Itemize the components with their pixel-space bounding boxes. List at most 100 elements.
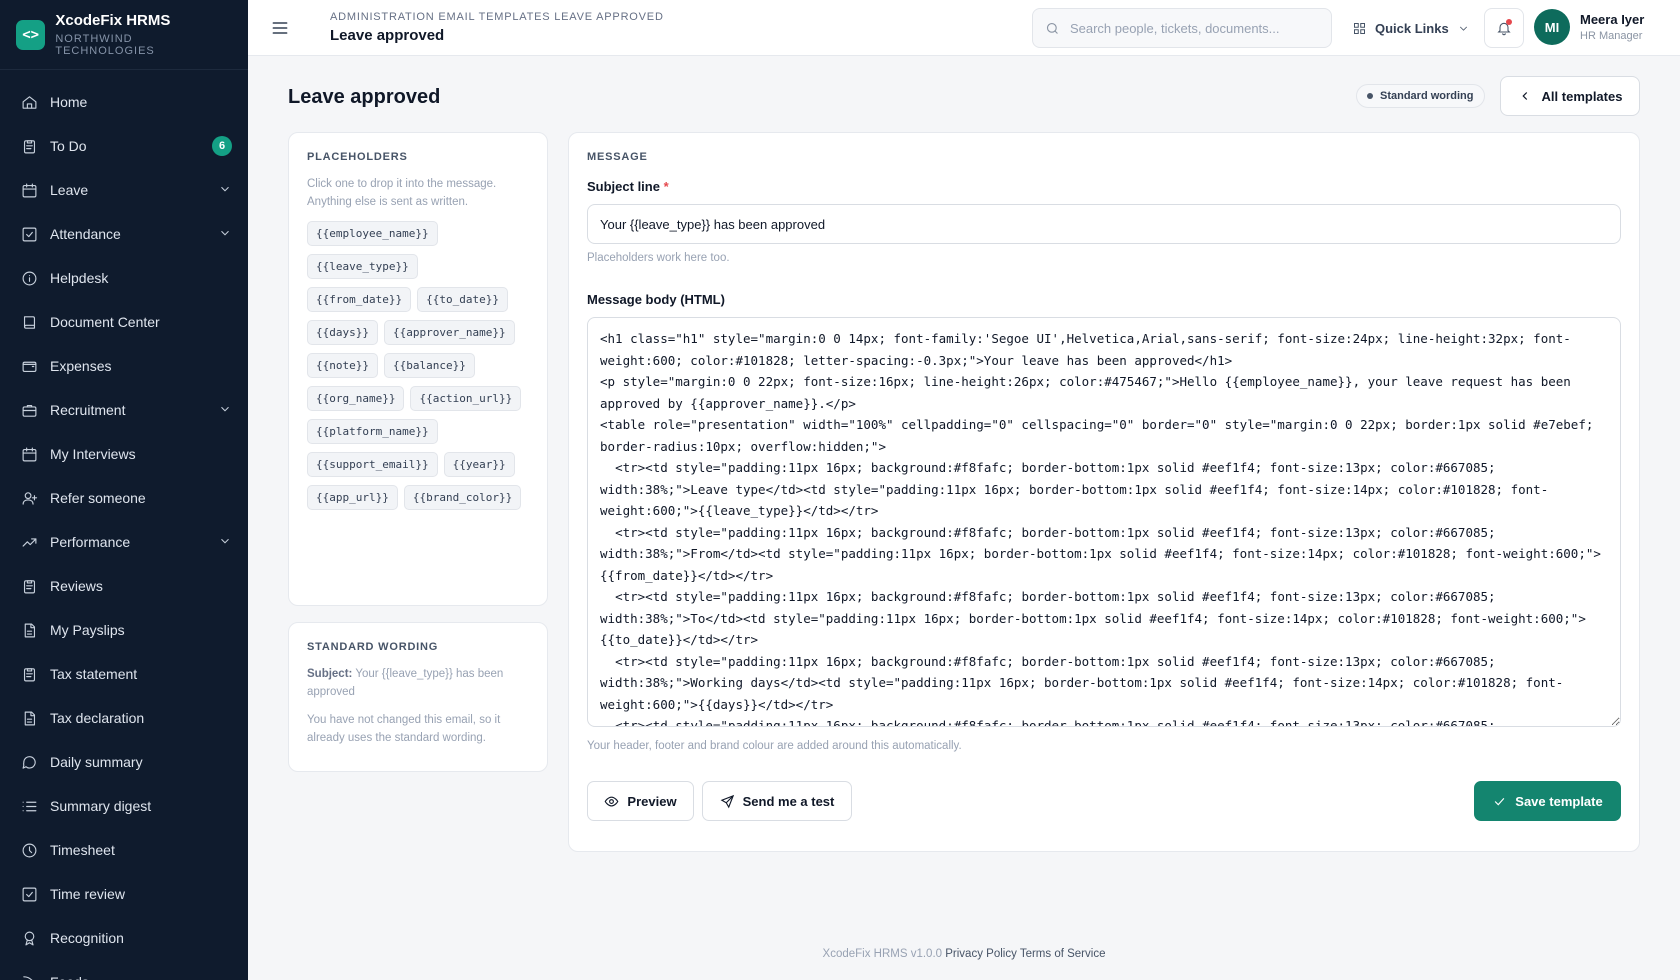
user-role: HR Manager xyxy=(1580,30,1643,42)
sidebar-item-label: Recognition xyxy=(50,930,124,946)
check-square-icon xyxy=(20,225,38,243)
all-templates-label: All templates xyxy=(1541,88,1623,104)
send-test-button[interactable]: Send me a test xyxy=(702,781,852,821)
placeholder-chip[interactable]: {{employee_name}} xyxy=(307,221,438,246)
privacy-policy-link[interactable]: Privacy Policy xyxy=(945,948,1017,960)
sidebar-item-attendance[interactable]: Attendance xyxy=(0,212,248,256)
message-body-textarea[interactable]: <h1 class="h1" style="margin:0 0 14px; f… xyxy=(587,317,1621,727)
quick-links-button[interactable]: Quick Links xyxy=(1352,14,1470,42)
sidebar-item-to-do[interactable]: To Do 6 xyxy=(0,124,248,168)
placeholder-chip[interactable]: {{platform_name}} xyxy=(307,419,438,444)
sidebar-item-timesheet[interactable]: Timesheet xyxy=(0,828,248,872)
check-square-icon xyxy=(20,885,38,903)
sidebar-item-label: Tax declaration xyxy=(50,710,145,726)
sidebar-item-refer-someone[interactable]: Refer someone xyxy=(0,476,248,520)
save-template-button[interactable]: Save template xyxy=(1474,781,1621,821)
sidebar-item-label: My Payslips xyxy=(50,622,125,638)
message-card: MESSAGE Subject line * Placeholders work… xyxy=(568,132,1640,852)
placeholders-heading: PLACEHOLDERS xyxy=(307,151,408,163)
sidebar-item-label: Tax statement xyxy=(50,666,138,682)
sidebar: <> XcodeFix HRMS NORTHWIND TECHNOLOGIES … xyxy=(0,0,248,980)
sidebar-item-summary-digest[interactable]: Summary digest xyxy=(0,784,248,828)
placeholder-chip[interactable]: {{brand_color}} xyxy=(403,485,522,510)
subject-input[interactable] xyxy=(587,204,1621,244)
sidebar-item-tax-declaration[interactable]: Tax declaration xyxy=(0,696,248,740)
sidebar-item-daily-summary[interactable]: Daily summary xyxy=(0,740,248,784)
sidebar-item-performance[interactable]: Performance xyxy=(0,520,248,564)
sidebar-item-label: Daily summary xyxy=(50,754,143,770)
placeholder-chip[interactable]: {{balance}} xyxy=(383,353,475,378)
home-icon xyxy=(20,93,38,111)
save-template-label: Save template xyxy=(1515,793,1603,809)
preview-button[interactable]: Preview xyxy=(587,781,694,821)
placeholders-card: PLACEHOLDERS Click one to drop it into t… xyxy=(288,132,548,606)
sidebar-item-label: To Do xyxy=(50,138,87,154)
notifications-button[interactable] xyxy=(1484,8,1524,48)
all-templates-button[interactable]: All templates xyxy=(1500,76,1640,116)
app-name: XcodeFix HRMS xyxy=(55,12,171,29)
preview-label: Preview xyxy=(627,793,677,809)
placeholder-chip[interactable]: {{action_url}} xyxy=(410,386,522,411)
chevron-down-icon xyxy=(218,402,232,419)
placeholder-chip[interactable]: {{days}} xyxy=(307,320,378,345)
placeholder-chip[interactable]: {{org_name}} xyxy=(307,386,405,411)
sidebar-item-feeds[interactable]: Feeds xyxy=(0,960,248,980)
clipboard-icon xyxy=(20,137,38,155)
file-icon xyxy=(20,709,38,727)
placeholder-chip[interactable]: {{to_date}} xyxy=(417,287,508,312)
placeholder-chip[interactable]: {{approver_name}} xyxy=(383,320,515,345)
sidebar-item-label: Performance xyxy=(50,534,131,550)
terms-link[interactable]: Terms of Service xyxy=(1020,948,1106,960)
sidebar-item-label: Helpdesk xyxy=(50,270,109,286)
message-heading: MESSAGE xyxy=(587,151,648,163)
sidebar-item-recruitment[interactable]: Recruitment xyxy=(0,388,248,432)
sidebar-item-expenses[interactable]: Expenses xyxy=(0,344,248,388)
sidebar-nav: Home To Do 6 Leave Attendance Helpdesk Documen… xyxy=(0,70,248,980)
org-name: NORTHWIND TECHNOLOGIES xyxy=(55,33,155,57)
sidebar-item-label: Expenses xyxy=(50,358,112,374)
menu-toggle-button[interactable] xyxy=(270,18,314,38)
placeholder-chip[interactable]: {{leave_type}} xyxy=(307,254,418,279)
check-icon xyxy=(1495,797,1505,805)
sidebar-item-my-payslips[interactable]: My Payslips xyxy=(0,608,248,652)
footer-version: XcodeFix HRMS v1.0.0 xyxy=(822,948,943,960)
sidebar-item-home[interactable]: Home xyxy=(0,80,248,124)
calendar-icon xyxy=(20,445,38,463)
sidebar-item-helpdesk[interactable]: Helpdesk xyxy=(0,256,248,300)
brand[interactable]: <> XcodeFix HRMS NORTHWIND TECHNOLOGIES xyxy=(0,0,248,70)
clipboard-icon xyxy=(20,577,38,595)
sidebar-item-label: Time review xyxy=(50,886,125,902)
award-icon xyxy=(20,929,38,947)
user-menu[interactable]: MI Meera Iyer HR Manager xyxy=(1534,9,1644,45)
search-input[interactable] xyxy=(1069,20,1319,36)
book-icon xyxy=(20,313,38,331)
search-box[interactable] xyxy=(1032,8,1332,48)
sidebar-item-reviews[interactable]: Reviews xyxy=(0,564,248,608)
sidebar-item-my-interviews[interactable]: My Interviews xyxy=(0,432,248,476)
sidebar-item-label: Attendance xyxy=(50,226,121,242)
sidebar-item-label: Document Center xyxy=(50,314,160,330)
user-name: Meera Iyer xyxy=(1580,12,1645,27)
placeholder-chip[interactable]: {{from_date}} xyxy=(307,287,412,312)
status-dot xyxy=(1367,93,1373,99)
clipboard-icon xyxy=(20,665,38,683)
sidebar-item-time-review[interactable]: Time review xyxy=(0,872,248,916)
chevron-down-icon xyxy=(218,182,232,199)
trending-up-icon xyxy=(20,533,38,551)
sidebar-item-label: Summary digest xyxy=(50,798,152,814)
quick-links-label: Quick Links xyxy=(1375,20,1449,36)
sidebar-item-document-center[interactable]: Document Center xyxy=(0,300,248,344)
wallet-icon xyxy=(20,357,38,375)
breadcrumb-title: Leave approved xyxy=(330,27,445,44)
placeholder-chip[interactable]: {{note}} xyxy=(307,353,378,378)
count-badge: 6 xyxy=(212,136,232,156)
sidebar-item-label: Recruitment xyxy=(50,402,126,418)
sidebar-item-tax-statement[interactable]: Tax statement xyxy=(0,652,248,696)
sidebar-item-recognition[interactable]: Recognition xyxy=(0,916,248,960)
placeholder-chip[interactable]: {{support_email}} xyxy=(307,452,438,477)
sidebar-item-leave[interactable]: Leave xyxy=(0,168,248,212)
subject-label-text: Subject line xyxy=(587,179,660,194)
chevron-down-icon xyxy=(218,534,232,551)
placeholder-chip[interactable]: {{app_url}} xyxy=(307,485,398,510)
placeholder-chip[interactable]: {{year}} xyxy=(443,452,515,477)
